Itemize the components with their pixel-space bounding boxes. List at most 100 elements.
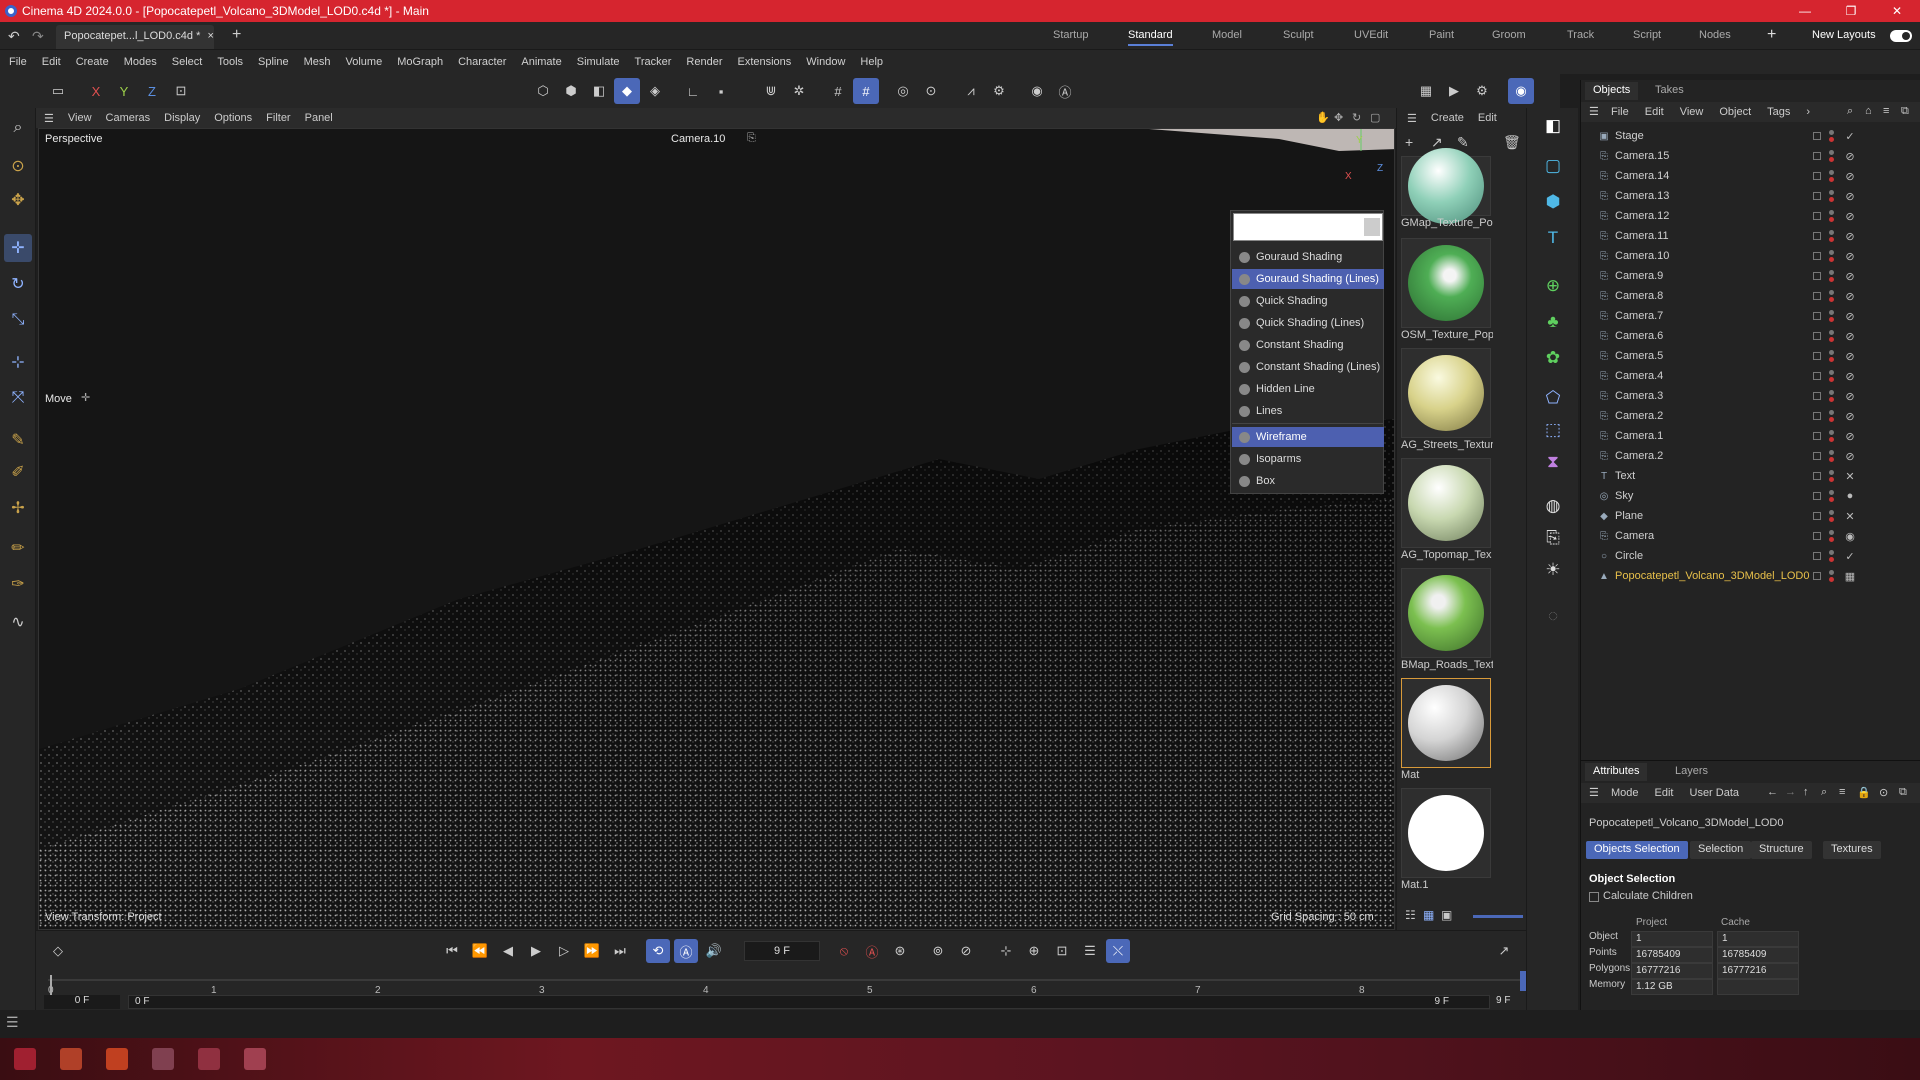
editor-visibility-toggle[interactable] — [1813, 492, 1821, 500]
object-tag-icon[interactable]: ✓ — [1843, 129, 1857, 143]
shading-constant[interactable]: Constant Shading — [1232, 335, 1384, 355]
menu-character[interactable]: Character — [458, 56, 506, 68]
object-row[interactable]: ⎘ Camera.7 ⊘ — [1581, 306, 1920, 326]
pan-icon[interactable]: ✋ — [1316, 111, 1330, 124]
visibility-dot-editor[interactable] — [1829, 190, 1834, 195]
object-menu-view[interactable]: View — [1680, 106, 1704, 118]
go-to-start-icon[interactable]: ⏮ — [440, 939, 464, 963]
material-menu-create[interactable]: Create — [1431, 112, 1464, 124]
redo-icon[interactable]: ↷ — [32, 28, 44, 45]
texture-mode-icon[interactable]: ◈ — [642, 78, 668, 104]
layout-standard[interactable]: Standard — [1128, 29, 1173, 46]
generator-icon[interactable]: ⊕ — [1539, 272, 1567, 300]
grid-icon[interactable]: # — [825, 78, 851, 104]
visibility-dot-editor[interactable] — [1829, 570, 1834, 575]
object-tag-icon[interactable]: ⊘ — [1843, 289, 1857, 303]
object-row[interactable]: T Text ✕ — [1581, 466, 1920, 486]
end-frame-field[interactable]: 9 F — [1496, 995, 1522, 1009]
coordinate-system-icon[interactable]: ⊡ — [168, 78, 194, 104]
search-icon[interactable]: ⌕ — [4, 114, 32, 142]
polygons-mode-icon[interactable]: ◧ — [586, 78, 612, 104]
object-tag-icon[interactable]: ✓ — [1843, 549, 1857, 563]
visibility-dot-editor[interactable] — [1829, 250, 1834, 255]
cube-create-icon[interactable]: ◧ — [1539, 112, 1567, 140]
object-row[interactable]: ▣ Stage ✓ — [1581, 126, 1920, 146]
material-swatch[interactable]: AG_Topomap_Tex — [1401, 458, 1493, 561]
previous-frame-icon[interactable]: ◀ — [496, 939, 520, 963]
object-row[interactable]: ⎘ Camera.13 ⊘ — [1581, 186, 1920, 206]
previous-key-icon[interactable]: ⏪ — [468, 939, 492, 963]
timeline-open-icon[interactable]: ↗ — [1492, 939, 1516, 963]
symmetry-icon[interactable]: ⩘ — [958, 78, 984, 104]
editor-visibility-toggle[interactable] — [1813, 292, 1821, 300]
visibility-dot-render[interactable] — [1829, 417, 1834, 422]
visibility-dot-render[interactable] — [1829, 577, 1834, 582]
object-row[interactable]: ⎘ Camera.3 ⊘ — [1581, 386, 1920, 406]
object-row[interactable]: ⎘ Camera.6 ⊘ — [1581, 326, 1920, 346]
editor-visibility-toggle[interactable] — [1813, 472, 1821, 480]
y-axis-lock[interactable]: Y — [111, 78, 137, 104]
editor-visibility-toggle[interactable] — [1813, 192, 1821, 200]
menu-mesh[interactable]: Mesh — [304, 56, 331, 68]
trash-icon[interactable]: 🗑 — [1503, 134, 1521, 151]
render-view-icon[interactable]: ▦ — [1413, 78, 1439, 104]
select-tool-icon[interactable]: ⊙ — [4, 152, 32, 180]
layout-model[interactable]: Model — [1212, 29, 1242, 41]
dynamics-icon[interactable]: ◎ — [890, 78, 916, 104]
editor-visibility-toggle[interactable] — [1813, 532, 1821, 540]
workplane-icon[interactable]: ∟ — [680, 78, 706, 104]
display-wireframe[interactable]: Wireframe — [1232, 427, 1384, 447]
visibility-dot-editor[interactable] — [1829, 470, 1834, 475]
visibility-dot-editor[interactable] — [1829, 450, 1834, 455]
shading-constant-lines[interactable]: Constant Shading (Lines) — [1232, 357, 1384, 377]
loop-icon[interactable]: ⟲ — [646, 939, 670, 963]
paint-icon[interactable]: ✑ — [4, 570, 32, 598]
visibility-dot-render[interactable] — [1829, 357, 1834, 362]
clapperboard-icon[interactable]: ▭ — [45, 78, 71, 104]
status-menu-icon[interactable]: ☰ — [6, 1014, 19, 1031]
filter-icon[interactable]: ≡ — [1839, 786, 1845, 798]
object-tag-icon[interactable]: ⊘ — [1843, 369, 1857, 383]
layout-groom[interactable]: Groom — [1492, 29, 1526, 41]
time-ruler[interactable] — [48, 979, 1522, 981]
visibility-dot-render[interactable] — [1829, 157, 1834, 162]
editor-visibility-toggle[interactable] — [1813, 312, 1821, 320]
render-settings-icon[interactable]: ⊙ — [918, 78, 944, 104]
timeline-settings-icon[interactable]: ☰ — [1078, 939, 1102, 963]
layout-uvedit[interactable]: UVEdit — [1354, 29, 1388, 41]
menu-tracker[interactable]: Tracker — [635, 56, 672, 68]
object-tag-icon[interactable]: ⊘ — [1843, 309, 1857, 323]
viewport-solo-icon[interactable]: ◉ — [1024, 78, 1050, 104]
visibility-dot-render[interactable] — [1829, 397, 1834, 402]
taskbar-app-icon[interactable] — [106, 1048, 128, 1070]
visibility-dot-editor[interactable] — [1829, 550, 1834, 555]
editor-visibility-toggle[interactable] — [1813, 332, 1821, 340]
editor-visibility-toggle[interactable] — [1813, 432, 1821, 440]
editor-visibility-toggle[interactable] — [1813, 172, 1821, 180]
text-icon[interactable]: T — [1539, 224, 1567, 252]
new-layouts-toggle[interactable] — [1890, 30, 1912, 42]
object-tag-icon[interactable]: ⊘ — [1843, 189, 1857, 203]
taskbar-app-icon[interactable] — [60, 1048, 82, 1070]
object-tag-icon[interactable]: ⊘ — [1843, 269, 1857, 283]
viewport-menu-panel[interactable]: Panel — [305, 112, 333, 124]
eyedropper-icon[interactable]: ✎ — [1457, 134, 1469, 151]
visibility-dot-render[interactable] — [1829, 217, 1834, 222]
layout-paint[interactable]: Paint — [1429, 29, 1454, 41]
visibility-dot-render[interactable] — [1829, 377, 1834, 382]
visibility-dot-editor[interactable] — [1829, 390, 1834, 395]
object-row[interactable]: ⎘ Camera.4 ⊘ — [1581, 366, 1920, 386]
object-row[interactable]: ◎ Sky ● — [1581, 486, 1920, 506]
display-box[interactable]: Box — [1232, 471, 1384, 491]
visibility-dot-render[interactable] — [1829, 177, 1834, 182]
object-menu-edit[interactable]: Edit — [1645, 106, 1664, 118]
brush-icon[interactable]: ✏ — [4, 534, 32, 562]
object-row[interactable]: ⎘ Camera.5 ⊘ — [1581, 346, 1920, 366]
taskbar-app-icon[interactable] — [152, 1048, 174, 1070]
object-row[interactable]: ⎘ Camera.12 ⊘ — [1581, 206, 1920, 226]
visibility-dot-render[interactable] — [1829, 557, 1834, 562]
key-rotation-icon[interactable]: ⊘ — [954, 939, 978, 963]
editor-visibility-toggle[interactable] — [1813, 272, 1821, 280]
visibility-dot-render[interactable] — [1829, 477, 1834, 482]
light-icon[interactable]: ☀ — [1539, 556, 1567, 584]
